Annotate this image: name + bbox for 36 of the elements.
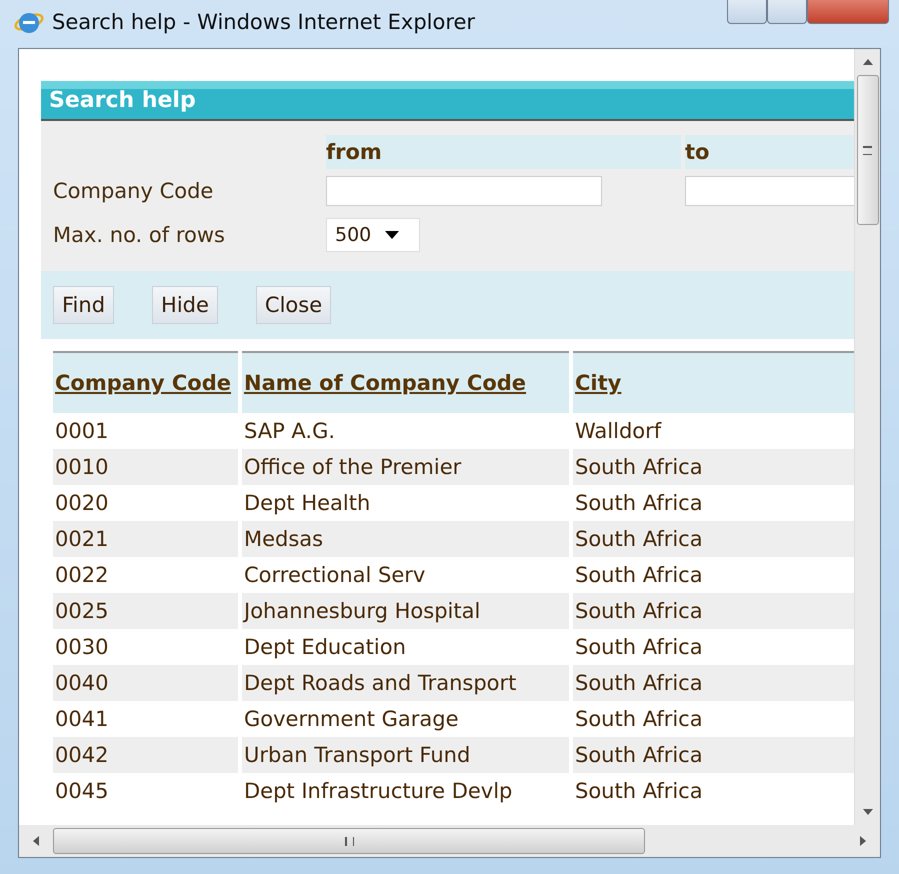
table-cell: Dept Roads and Transport xyxy=(242,665,569,701)
table-cell: South Africa xyxy=(573,593,854,629)
scroll-right-icon[interactable] xyxy=(860,836,866,846)
scroll-left-icon[interactable] xyxy=(33,836,39,846)
dropdown[interactable]: 500 xyxy=(326,218,420,252)
column-header-link[interactable]: City xyxy=(575,370,622,396)
maximize-button[interactable] xyxy=(767,0,807,24)
scroll-down-icon[interactable] xyxy=(862,809,872,815)
table-cell: South Africa xyxy=(573,521,854,557)
table-cell: Urban Transport Fund xyxy=(242,737,569,773)
vertical-scrollbar[interactable] xyxy=(854,49,880,825)
minimize-button[interactable] xyxy=(727,0,767,24)
table-cell: South Africa xyxy=(573,449,854,485)
column-header: from xyxy=(326,140,382,164)
button[interactable]: Hide xyxy=(152,286,218,324)
field-label: Max. no. of rows xyxy=(53,223,225,247)
horizontal-scrollbar[interactable] xyxy=(19,825,880,857)
table-cell: 0040 xyxy=(53,665,238,701)
field-label: Company Code xyxy=(53,179,214,203)
table-cell: Office of the Premier xyxy=(242,449,569,485)
column-header: to xyxy=(685,140,710,164)
table-cell: 0025 xyxy=(53,593,238,629)
input-field[interactable] xyxy=(326,176,602,206)
table-cell: 0042 xyxy=(53,737,238,773)
panel-title: Search help xyxy=(41,81,854,121)
button[interactable]: Close xyxy=(256,286,332,324)
table-cell: Medsas xyxy=(242,521,569,557)
button[interactable]: Find xyxy=(53,286,114,324)
caret-icon xyxy=(385,231,400,239)
table-cell: 0010 xyxy=(53,449,238,485)
scroll-up-icon[interactable] xyxy=(862,59,872,65)
window-title: Search help - Windows Internet Explorer xyxy=(52,10,476,34)
table-cell: 0021 xyxy=(53,521,238,557)
table-cell: Johannesburg Hospital xyxy=(242,593,569,629)
table-cell: South Africa xyxy=(573,665,854,701)
table-cell: South Africa xyxy=(573,737,854,773)
